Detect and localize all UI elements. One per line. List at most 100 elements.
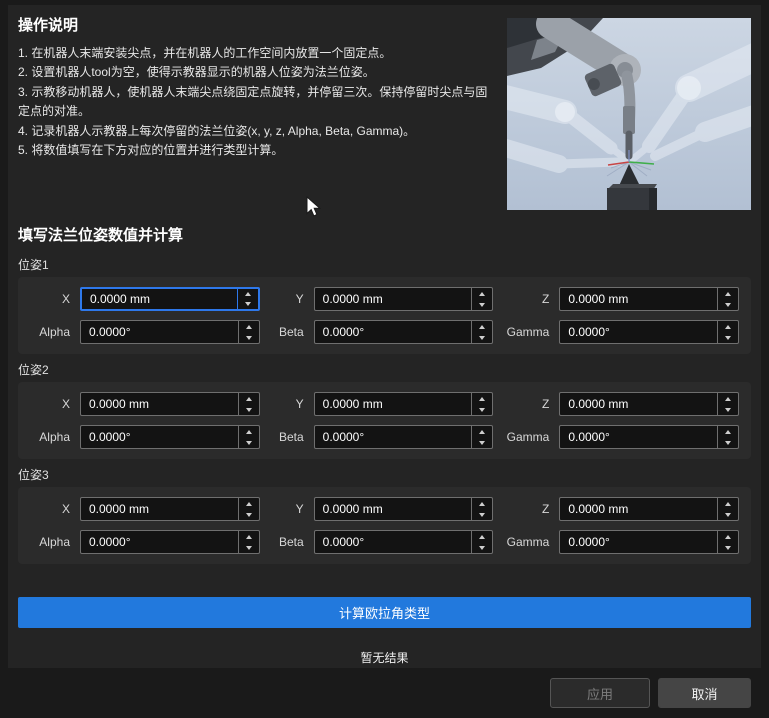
spin-down-button[interactable] — [239, 404, 259, 415]
spin-down-button[interactable] — [718, 509, 738, 520]
arrow-up-icon — [245, 324, 252, 329]
spin-up-button[interactable] — [239, 498, 259, 509]
pose1-y-input[interactable]: 0.0000 mm — [313, 287, 494, 311]
pose1-beta-input[interactable]: 0.0000° — [313, 320, 494, 344]
pose1-gamma-label: Gamma — [506, 325, 550, 339]
spin-down-button[interactable] — [239, 332, 259, 343]
instruction-step-4: 4. 记录机器人示教器上每次停留的法兰位姿(x, y, z, Alpha, Be… — [18, 123, 416, 138]
spin-down-button[interactable] — [718, 332, 738, 343]
spin-up-button[interactable] — [718, 288, 738, 299]
spin-up-button[interactable] — [718, 531, 738, 542]
spin-up-button[interactable] — [718, 393, 738, 404]
spin-down-button[interactable] — [239, 437, 259, 448]
spin-down-button[interactable] — [472, 332, 492, 343]
pose2-label: 位姿2 — [18, 363, 49, 377]
spin-up-button[interactable] — [718, 498, 738, 509]
pose3-x-input[interactable]: 0.0000 mm — [80, 497, 260, 521]
pose2-z-input[interactable]: 0.0000 mm — [559, 392, 739, 416]
pose1-x-spinner — [236, 289, 258, 309]
pose1-y-spinner — [471, 288, 492, 310]
pose2-alpha-value: 0.0000° — [89, 430, 131, 444]
pose3-gamma-input[interactable]: 0.0000° — [559, 530, 739, 554]
pose2-beta-value: 0.0000° — [322, 430, 365, 444]
arrow-down-icon — [479, 407, 486, 412]
arrow-down-icon — [725, 545, 731, 550]
spin-up-button[interactable] — [472, 393, 492, 404]
pose1-x-input[interactable]: 0.0000 mm — [80, 287, 260, 311]
spin-down-button[interactable] — [472, 404, 492, 415]
spin-down-button[interactable] — [239, 542, 259, 553]
pose3-beta-input[interactable]: 0.0000° — [313, 530, 494, 554]
pose3-z-input[interactable]: 0.0000 mm — [559, 497, 739, 521]
pose2-y-input[interactable]: 0.0000 mm — [313, 392, 494, 416]
spin-down-button[interactable] — [718, 542, 738, 553]
spin-down-button[interactable] — [718, 404, 738, 415]
spin-up-button[interactable] — [239, 531, 259, 542]
arrow-down-icon — [725, 302, 731, 307]
spin-up-button[interactable] — [472, 321, 492, 332]
spin-down-button[interactable] — [472, 437, 492, 448]
spin-up-button[interactable] — [239, 393, 259, 404]
pose2-beta-spinner — [471, 426, 492, 448]
spin-down-button[interactable] — [238, 299, 258, 309]
spin-up-button[interactable] — [472, 531, 492, 542]
arrow-up-icon — [245, 534, 252, 539]
spin-up-button[interactable] — [239, 426, 259, 437]
spin-up-button[interactable] — [472, 426, 492, 437]
spin-down-button[interactable] — [472, 509, 492, 520]
cancel-button[interactable]: 取消 — [658, 678, 751, 708]
pose3-y-value: 0.0000 mm — [322, 502, 383, 516]
pose2-alpha-input[interactable]: 0.0000° — [80, 425, 260, 449]
spin-up-button[interactable] — [718, 321, 738, 332]
arrow-down-icon — [245, 545, 252, 550]
pose3-x-value: 0.0000 mm — [89, 502, 150, 516]
pose1-gamma-input[interactable]: 0.0000° — [559, 320, 739, 344]
arrow-down-icon — [244, 302, 251, 306]
spin-down-button[interactable] — [472, 542, 492, 553]
arrow-up-icon — [245, 429, 252, 434]
flange-pose-calibration-dialog: { "instructions": { "title": "操作说明", "st… — [0, 0, 769, 718]
form-heading: 填写法兰位姿数值并计算 — [18, 227, 184, 244]
result-text: 暂无结果 — [360, 651, 409, 665]
spin-down-button[interactable] — [472, 299, 492, 310]
spin-up-button[interactable] — [718, 426, 738, 437]
pose2-beta-input[interactable]: 0.0000° — [313, 425, 494, 449]
spin-down-button[interactable] — [718, 299, 738, 310]
pose2-x-input[interactable]: 0.0000 mm — [80, 392, 260, 416]
arrow-up-icon — [245, 396, 252, 401]
pose2-y-value: 0.0000 mm — [322, 397, 383, 411]
spin-down-button[interactable] — [239, 509, 259, 520]
instruction-step-3: 3. 示教移动机器人，使机器人末端尖点绕固定点旋转，并停留三次。保持停留时尖点与… — [18, 84, 488, 119]
spin-down-button[interactable] — [718, 437, 738, 448]
spin-up-button[interactable] — [472, 288, 492, 299]
spin-up-button[interactable] — [472, 498, 492, 509]
arrow-down-icon — [479, 335, 486, 340]
arrow-up-icon — [725, 291, 731, 296]
pose2-gamma-label: Gamma — [506, 430, 550, 444]
pose3-x-spinner — [237, 498, 259, 520]
pose1-group: X 0.0000 mm Y 0.0000 mm Z 0.0000 mm Alph… — [18, 277, 751, 354]
pose3-label: 位姿3 — [18, 468, 49, 482]
arrow-up-icon — [479, 501, 486, 506]
pose2-gamma-value: 0.0000° — [568, 430, 610, 444]
spin-up-button[interactable] — [238, 289, 258, 299]
arrow-down-icon — [725, 335, 731, 340]
apply-button[interactable]: 应用 — [550, 678, 650, 708]
pose3-alpha-input[interactable]: 0.0000° — [80, 530, 260, 554]
pose1-gamma-spinner — [717, 321, 738, 343]
pose2-x-label: X — [61, 397, 70, 411]
pose3-beta-spinner — [471, 531, 492, 553]
pose3-y-label: Y — [295, 502, 304, 516]
pose1-z-input[interactable]: 0.0000 mm — [559, 287, 739, 311]
pose3-gamma-label: Gamma — [506, 535, 550, 549]
pose2-gamma-input[interactable]: 0.0000° — [559, 425, 739, 449]
pose1-alpha-input[interactable]: 0.0000° — [80, 320, 260, 344]
spin-up-button[interactable] — [239, 321, 259, 332]
pose3-y-spinner — [471, 498, 492, 520]
pose1-beta-label: Beta — [278, 325, 304, 339]
pose3-beta-value: 0.0000° — [322, 535, 365, 549]
pose2-beta-label: Beta — [278, 430, 304, 444]
pose3-y-input[interactable]: 0.0000 mm — [313, 497, 494, 521]
arrow-up-icon — [725, 534, 731, 539]
calculate-euler-type-button[interactable]: 计算欧拉角类型 — [18, 597, 751, 628]
